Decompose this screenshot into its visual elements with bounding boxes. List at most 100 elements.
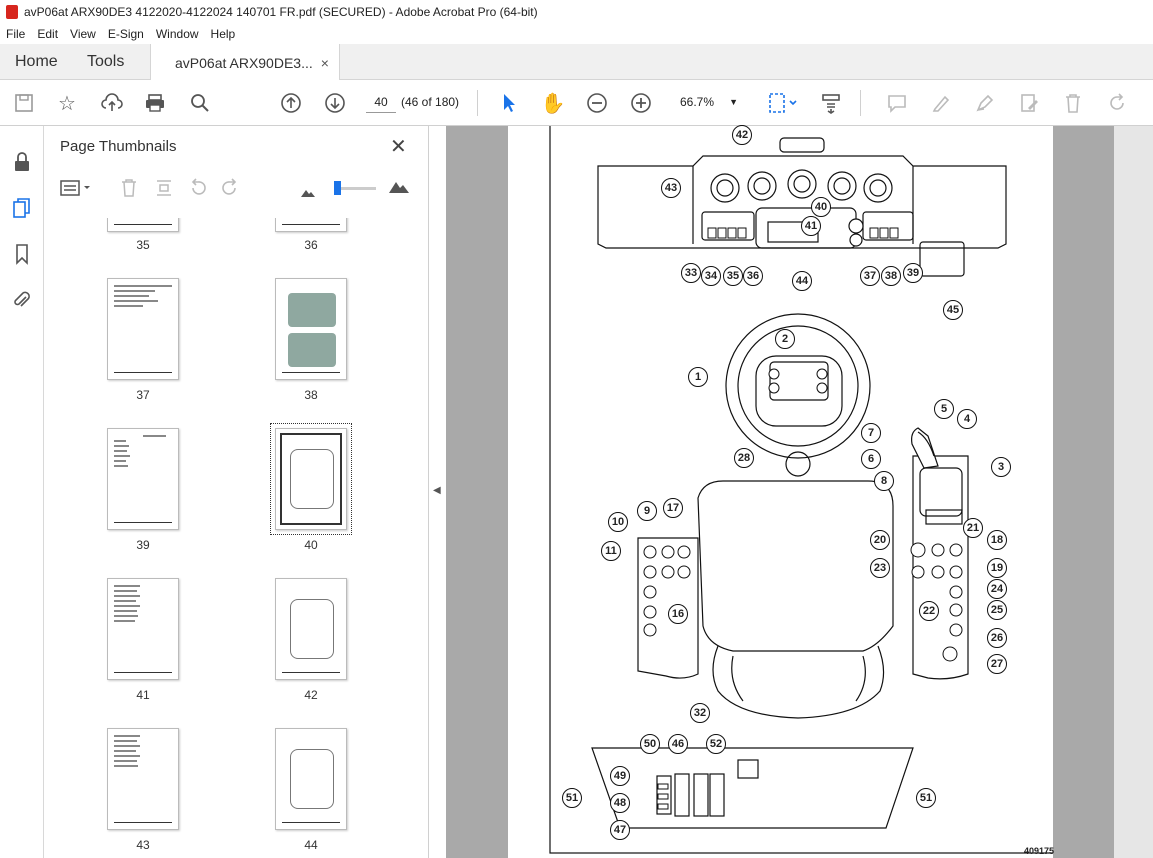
zoom-level-value: 66.7% [680, 95, 715, 109]
zoom-in-icon[interactable] [628, 90, 654, 116]
window-title: avP06at ARX90DE3 4122020-4122024 140701 … [24, 5, 538, 19]
thumbnail-options-icon[interactable] [60, 178, 92, 203]
left-navigation-rail [0, 126, 44, 858]
page-fit-icon[interactable] [764, 90, 800, 116]
callout-43: 43 [661, 178, 681, 198]
menu-bar: File Edit View E-Sign Window Help [0, 24, 1153, 44]
menu-esign[interactable]: E-Sign [102, 27, 150, 41]
callout-19: 19 [987, 558, 1007, 578]
callout-34: 34 [701, 266, 721, 286]
small-mountain-icon[interactable] [300, 182, 316, 203]
tab-tools[interactable]: Tools [87, 44, 124, 80]
thumbnail-page-42[interactable] [275, 578, 347, 680]
callout-37: 37 [860, 266, 880, 286]
menu-file[interactable]: File [0, 27, 31, 41]
callout-41: 41 [801, 216, 821, 236]
bookmarks-icon[interactable] [10, 242, 34, 266]
comment-icon[interactable] [884, 90, 910, 116]
extract-page-icon[interactable] [154, 178, 174, 203]
zoom-out-icon[interactable] [584, 90, 610, 116]
callout-49: 49 [610, 766, 630, 786]
zoom-level-select[interactable]: 66.7% ▼ [672, 91, 742, 113]
scroll-mode-icon[interactable] [818, 90, 844, 116]
rotate-right-icon[interactable] [220, 178, 240, 203]
search-zoom-icon[interactable] [187, 90, 213, 116]
callout-45: 45 [943, 300, 963, 320]
sign-pen-icon[interactable] [972, 90, 998, 116]
thumbnail-page-36[interactable] [275, 218, 347, 232]
menu-view[interactable]: View [64, 27, 102, 41]
callout-9: 9 [637, 501, 657, 521]
tab-home[interactable]: Home [15, 44, 58, 80]
redo-icon[interactable] [1104, 90, 1130, 116]
delete-page-icon[interactable] [120, 178, 138, 203]
acrobat-logo-icon [6, 5, 18, 19]
hand-tool-icon[interactable]: ✋ [540, 90, 566, 116]
cab-controls-diagram [549, 126, 1053, 854]
callout-6: 6 [861, 449, 881, 469]
collapse-panel-arrow-icon[interactable]: ◀ [433, 485, 441, 496]
menu-window[interactable]: Window [150, 27, 205, 41]
callout-26: 26 [987, 628, 1007, 648]
save-icon[interactable] [11, 90, 37, 116]
page-thumbnails-icon[interactable] [10, 196, 34, 220]
callout-46: 46 [668, 734, 688, 754]
thumbnail-label: 37 [136, 388, 150, 402]
callout-28: 28 [734, 448, 754, 468]
thumbnail-page-44[interactable] [275, 728, 347, 830]
menu-help[interactable]: Help [205, 27, 242, 41]
callout-24: 24 [987, 579, 1007, 599]
rotate-left-icon[interactable] [188, 178, 208, 203]
previous-page-icon[interactable] [278, 90, 304, 116]
menu-edit[interactable]: Edit [31, 27, 64, 41]
callout-18: 18 [987, 530, 1007, 550]
callout-8: 8 [874, 471, 894, 491]
thumbnail-page-35[interactable] [107, 218, 179, 232]
document-viewer[interactable]: 409175 1 2 3 4 5 6 7 8 9 10 11 16 17 18 19 20 21 22 23 24 25… [446, 125, 1153, 858]
thumbnail-page-37[interactable] [107, 278, 179, 380]
tab-document[interactable]: avP06at ARX90DE3... × [150, 44, 340, 81]
bookmark-star-icon[interactable]: ☆ [54, 90, 80, 116]
thumbnail-page-38[interactable] [275, 278, 347, 380]
panel-title: Page Thumbnails [60, 138, 177, 155]
print-icon[interactable] [142, 90, 168, 116]
large-mountain-icon[interactable] [388, 178, 410, 199]
page-number-input[interactable]: 40 [366, 91, 396, 113]
attachments-paperclip-icon[interactable] [10, 288, 34, 312]
highlight-pen-icon[interactable] [928, 90, 954, 116]
thumbnail-page-40[interactable] [270, 423, 352, 535]
thumbnail-size-slider[interactable] [334, 181, 376, 195]
select-cursor-icon[interactable] [496, 90, 522, 116]
edit-pdf-icon[interactable] [1016, 90, 1042, 116]
chevron-down-icon: ▼ [729, 97, 738, 107]
delete-trash-icon[interactable] [1060, 90, 1086, 116]
tab-document-label: avP06at ARX90DE3... [175, 54, 313, 71]
callout-36: 36 [743, 266, 763, 286]
callout-25: 25 [987, 600, 1007, 620]
panel-close-button[interactable]: ✕ [390, 134, 407, 159]
callout-42: 42 [732, 125, 752, 145]
page-thumbnails-panel: Page Thumbnails ✕ 35 36 37 38 39 40 41 4… [44, 126, 462, 858]
tab-close-button[interactable]: × [321, 55, 329, 71]
thumbnail-page-39[interactable] [107, 428, 179, 530]
callout-16: 16 [668, 604, 688, 624]
callout-5: 5 [934, 399, 954, 419]
lock-icon[interactable] [10, 150, 34, 174]
callout-17: 17 [663, 498, 683, 518]
next-page-icon[interactable] [322, 90, 348, 116]
upload-cloud-icon[interactable] [99, 90, 125, 116]
thumbnail-page-41[interactable] [107, 578, 179, 680]
callout-1: 1 [688, 367, 708, 387]
callout-20: 20 [870, 530, 890, 550]
thumbnail-label: 35 [136, 238, 150, 252]
thumbnail-page-43[interactable] [107, 728, 179, 830]
callout-44: 44 [792, 271, 812, 291]
right-pane-edge [1114, 126, 1153, 858]
slider-knob[interactable] [334, 181, 341, 195]
callout-10: 10 [608, 512, 628, 532]
callout-52: 52 [706, 734, 726, 754]
thumbnail-list: 35 36 37 38 39 40 41 42 43 44 [44, 218, 406, 858]
callout-48: 48 [610, 793, 630, 813]
callout-21: 21 [963, 518, 983, 538]
callout-38: 38 [881, 266, 901, 286]
